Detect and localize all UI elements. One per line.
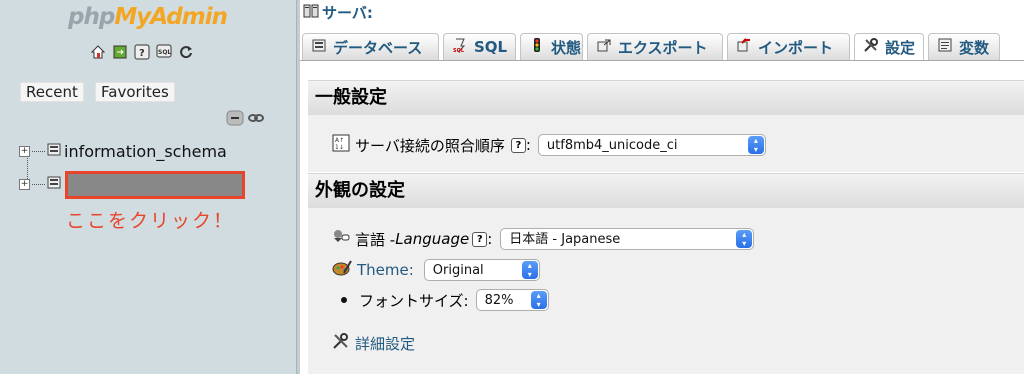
collation-help-icon[interactable]: ? (510, 137, 526, 153)
collapse-all-icon[interactable] (226, 110, 244, 130)
breadcrumb: サーバ: (303, 2, 373, 23)
nav-resizer[interactable] (296, 0, 300, 374)
favorites-tab[interactable]: Favorites (95, 82, 175, 102)
font-size-row: フォントサイズ: 82% ▴ ▾ (337, 289, 549, 311)
tab-sql[interactable]: SQL SQL (443, 33, 516, 60)
tab-underline (300, 60, 1024, 64)
appearance-settings-panel: 外観の設定 言語 - Language ?: 日本語 - Japanese ▴ ▾… (308, 173, 1024, 374)
more-settings-link[interactable]: 詳細設定 (355, 333, 415, 354)
expand-icon[interactable]: + (19, 145, 30, 157)
phpmyadmin-logo[interactable]: phpMyAdmin (68, 4, 228, 30)
svg-text:1↓: 1↓ (335, 144, 344, 151)
database-icon (45, 141, 61, 161)
chevron-updown-icon: ▴ ▾ (736, 230, 753, 248)
db-name: information_schema (64, 141, 227, 161)
tab-variables[interactable]: 変数 (928, 33, 1000, 60)
svg-text:SQL: SQL (158, 49, 171, 56)
tab-databases[interactable]: データベース (302, 33, 439, 60)
svg-text:A↑: A↑ (335, 137, 344, 144)
collation-icon: A↑ 1↓ (332, 134, 350, 156)
tab-settings[interactable]: 設定 (854, 33, 924, 60)
database-icon (311, 37, 327, 57)
general-settings-panel: 一般設定 A↑ 1↓ サーバ接続の照合順序 ?: utf8mb4_unicode_… (308, 80, 1024, 172)
db-item-information-schema[interactable]: + information_schema (19, 141, 227, 161)
svg-text:SQL: SQL (453, 48, 465, 53)
db-item-redacted[interactable]: + (19, 174, 61, 194)
export-icon (596, 37, 612, 57)
collation-row: A↑ 1↓ サーバ接続の照合順序 ?: utf8mb4_unicode_ci ▴ ▾ (332, 134, 766, 156)
chevron-updown-icon: ▴ ▾ (521, 261, 538, 279)
bullet (341, 297, 347, 303)
font-size-select[interactable]: 82% ▴ ▾ (475, 289, 549, 311)
appearance-settings-heading: 外観の設定 (308, 173, 1024, 208)
language-icon (332, 228, 350, 250)
chevron-updown-icon: ▴ ▾ (747, 136, 764, 154)
sql-icon: SQL (452, 37, 468, 57)
nav-icon-bar: ? SQL (90, 44, 194, 60)
home-icon[interactable] (90, 44, 106, 60)
theme-palette-icon (332, 259, 352, 281)
general-settings-heading: 一般設定 (308, 80, 1024, 115)
theme-select[interactable]: Original ▴ ▾ (423, 259, 540, 281)
redacted-database-highlight[interactable] (65, 171, 245, 199)
top-menu-tabs: データベース SQL SQL 状態 エクスポート インポート 設定 変数 (302, 33, 1000, 60)
logout-icon[interactable] (112, 44, 128, 60)
database-icon (45, 174, 61, 194)
server-link[interactable]: サーバ: (322, 2, 373, 23)
theme-row: Theme: Original ▴ ▾ (332, 259, 540, 281)
navigation-panel: phpMyAdmin ? SQL Recent Favorites + info… (0, 0, 296, 374)
tools-icon (332, 332, 350, 354)
server-icon (303, 3, 319, 23)
tree-controls (226, 110, 264, 130)
reload-icon[interactable] (178, 44, 194, 60)
expand-icon[interactable]: + (19, 178, 30, 190)
tab-export[interactable]: エクスポート (587, 33, 723, 60)
tab-import[interactable]: インポート (727, 33, 850, 60)
help-icon[interactable]: ? (134, 44, 150, 60)
theme-link[interactable]: Theme: (357, 261, 414, 279)
recent-tab[interactable]: Recent (20, 82, 84, 102)
sql-docs-icon[interactable]: SQL (156, 44, 172, 60)
collation-select[interactable]: utf8mb4_unicode_ci ▴ ▾ (537, 134, 766, 156)
chevron-updown-icon: ▴ ▾ (530, 291, 547, 309)
svg-text:?: ? (139, 48, 145, 59)
link-icon[interactable] (248, 110, 264, 130)
language-help-icon[interactable]: ? (472, 231, 488, 247)
settings-icon (863, 37, 879, 57)
tab-status[interactable]: 状態 (520, 33, 583, 60)
click-here-annotation: ここをクリック！ (66, 210, 235, 232)
language-select[interactable]: 日本語 - Japanese ▴ ▾ (500, 228, 755, 250)
variables-icon (937, 37, 953, 57)
more-settings-row: 詳細設定 (332, 332, 415, 354)
import-icon (736, 37, 752, 57)
status-icon (529, 37, 545, 57)
language-row: 言語 - Language ?: 日本語 - Japanese ▴ ▾ (332, 228, 755, 250)
